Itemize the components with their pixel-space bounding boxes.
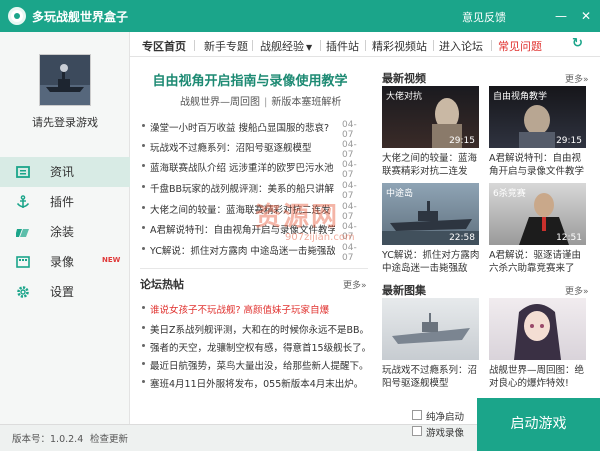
video-thumbnail[interactable]: 6杀竞赛 12:51 bbox=[489, 183, 586, 245]
feedback-link[interactable]: 意见反馈 bbox=[462, 9, 506, 25]
tab-divider bbox=[194, 40, 195, 51]
forum-post[interactable]: 美日Z系战列舰评测，大和在的时候你永远不是BB。 bbox=[140, 322, 368, 340]
anchor-icon bbox=[16, 195, 30, 208]
sidebar-item-label: 录像 bbox=[50, 255, 75, 269]
video-badge: 6杀竞赛 bbox=[493, 189, 526, 199]
tab-divider bbox=[491, 40, 492, 51]
video-duration: 29:15 bbox=[556, 136, 582, 146]
sidebar-item-plugins[interactable]: 插件 bbox=[0, 187, 130, 217]
paint-icon bbox=[16, 229, 29, 237]
tab-divider bbox=[365, 40, 366, 51]
autostart-checkbox[interactable] bbox=[412, 410, 422, 420]
videos-title: 最新视频 bbox=[382, 72, 426, 85]
title-bar: 多玩战舰世界盒子 意见反馈 — ✕ bbox=[0, 0, 600, 32]
list-item[interactable]: 玩战戏不过瘾系列：沼阳号驱逐舰模型 04-07 bbox=[140, 140, 368, 160]
headline[interactable]: 自由视角开启指南与录像使用教学 bbox=[130, 70, 370, 89]
record-label: 游戏录像 bbox=[426, 428, 465, 439]
sub-links: 战舰世界—周回图 | 新版本塞班解析 bbox=[180, 97, 342, 108]
video-badge: 中途岛 bbox=[386, 189, 414, 199]
tab-divider bbox=[252, 40, 253, 51]
video-duration: 29:15 bbox=[449, 136, 475, 146]
sidebar-item-skins[interactable]: 涂装 bbox=[0, 217, 130, 247]
avatar[interactable] bbox=[39, 54, 91, 106]
warship-avatar-icon bbox=[40, 55, 90, 105]
watermark: 资源网 bbox=[255, 202, 340, 232]
tab-experience-label: 战舰经验 bbox=[260, 40, 304, 53]
image-caption[interactable]: 玩战戏不过瘾系列：沼阳号驱逐舰模型 bbox=[382, 364, 482, 390]
video-caption[interactable]: 大佬之间的较量：蓝海联赛精彩对抗二连发 bbox=[382, 152, 482, 178]
tab-divider bbox=[320, 40, 321, 51]
sidebar: 请先登录游戏 资讯 插件 涂装 录像 NEW 设置 bbox=[0, 32, 130, 424]
sidebar-item-label: 插件 bbox=[50, 195, 75, 209]
tab-beginner[interactable]: 新手专题 bbox=[204, 38, 248, 54]
check-update-link[interactable]: 检查更新 bbox=[90, 431, 128, 445]
sub-link[interactable]: 战舰世界—周回图 bbox=[180, 97, 260, 108]
version-label: 版本号：1.0.2.4 bbox=[12, 434, 84, 445]
sidebar-item-settings[interactable]: 设置 bbox=[0, 277, 130, 307]
video-badge: 自由视角教学 bbox=[493, 92, 548, 102]
forum-more-link[interactable]: 更多» bbox=[343, 278, 367, 291]
tab-plugin-site[interactable]: 插件站 bbox=[326, 38, 359, 54]
app-logo-icon bbox=[8, 7, 26, 25]
sidebar-item-news[interactable]: 资讯 bbox=[0, 157, 130, 187]
login-prompt[interactable]: 请先登录游戏 bbox=[0, 114, 130, 130]
tab-forum[interactable]: 进入论坛 bbox=[439, 38, 483, 54]
sidebar-item-replays[interactable]: 录像 NEW bbox=[0, 247, 130, 277]
tab-home[interactable]: 专区首页 bbox=[142, 38, 186, 54]
videos-more-link[interactable]: 更多» bbox=[565, 72, 589, 85]
autostart-label: 纯净启动 bbox=[426, 412, 465, 423]
divider bbox=[140, 268, 368, 269]
video-duration: 22:58 bbox=[449, 233, 475, 243]
gear-icon bbox=[17, 286, 29, 298]
video-caption[interactable]: A君解说特刊：自由视角开启与录像文件教学 bbox=[489, 152, 589, 178]
record-checkbox[interactable] bbox=[412, 426, 422, 436]
image-thumbnail[interactable] bbox=[489, 298, 586, 360]
sub-link[interactable]: 新版本塞班解析 bbox=[271, 97, 341, 108]
watermark-url: 907zijian.com bbox=[285, 232, 355, 243]
video-caption[interactable]: YC解说：抓住对方露肉中途岛迷一击毙强敌 bbox=[382, 249, 482, 275]
video-caption[interactable]: A君解说：驱逐请谨由六杀六助靠竞赛来了 bbox=[489, 249, 589, 275]
app-title: 多玩战舰世界盒子 bbox=[32, 10, 129, 24]
video-icon bbox=[16, 256, 30, 268]
images-title: 最新图集 bbox=[382, 284, 426, 297]
forum-post[interactable]: 塞班4月11日外服将发布，055新版本4月末出炉。 bbox=[140, 376, 368, 394]
minimize-button[interactable]: — bbox=[553, 8, 569, 24]
video-thumbnail[interactable]: 中途岛 22:58 bbox=[382, 183, 479, 245]
refresh-icon[interactable]: ↻ bbox=[572, 36, 583, 51]
list-item[interactable]: 澡堂一小时百万收益 搜船凸显国服的悲哀? 04-07 bbox=[140, 120, 368, 140]
video-thumbnail[interactable]: 自由视角教学 29:15 bbox=[489, 86, 586, 148]
sidebar-item-label: 资讯 bbox=[50, 165, 75, 179]
video-thumbnail[interactable]: 大佬对抗 29:15 bbox=[382, 86, 479, 148]
list-item[interactable]: 蓝海联赛战队介绍 远涉重洋的欧罗巴污水池 04-07 bbox=[140, 160, 368, 180]
forum-post[interactable]: 强者的天空，龙骧制空权有感，得意首15级舰长了。 bbox=[140, 340, 368, 358]
anime-girl-image bbox=[514, 304, 561, 360]
ship-model-image bbox=[392, 313, 470, 344]
chevron-down-icon: ▼ bbox=[306, 43, 313, 52]
image-caption[interactable]: 战舰世界—周回图：绝对良心的爆炸特效! bbox=[489, 364, 589, 390]
tab-faq[interactable]: 常见问题 bbox=[498, 38, 542, 54]
list-item[interactable]: YC解说：抓住对方露肉 中途岛迷一击毙强敌 04-07 bbox=[140, 243, 368, 263]
video-duration: 12:51 bbox=[556, 233, 582, 243]
image-thumbnail[interactable] bbox=[382, 298, 479, 360]
close-button[interactable]: ✕ bbox=[578, 8, 594, 24]
news-icon bbox=[16, 166, 30, 178]
video-badge: 大佬对抗 bbox=[386, 92, 423, 102]
tab-divider bbox=[433, 40, 434, 51]
new-badge: NEW bbox=[102, 256, 121, 264]
forum-post[interactable]: 谁说女孩子不玩战舰? 高颜值妹子玩家自爆 bbox=[140, 302, 368, 320]
tab-video-site[interactable]: 精彩视频站 bbox=[372, 38, 427, 54]
sidebar-item-label: 涂装 bbox=[50, 225, 75, 239]
tab-experience[interactable]: 战舰经验 ▼ bbox=[260, 38, 312, 54]
forum-title: 论坛热帖 bbox=[140, 278, 184, 291]
tab-bar: 专区首页 新手专题 战舰经验 ▼ 插件站 精彩视频站 进入论坛 常见问题 ↻ bbox=[130, 32, 600, 57]
launch-game-button[interactable]: 启动游戏 bbox=[477, 398, 600, 451]
sidebar-item-label: 设置 bbox=[50, 285, 75, 299]
forum-post[interactable]: 最近日航强势，菜鸟大量出没，给那些新人提醒下。 bbox=[140, 358, 368, 376]
images-more-link[interactable]: 更多» bbox=[565, 284, 589, 297]
